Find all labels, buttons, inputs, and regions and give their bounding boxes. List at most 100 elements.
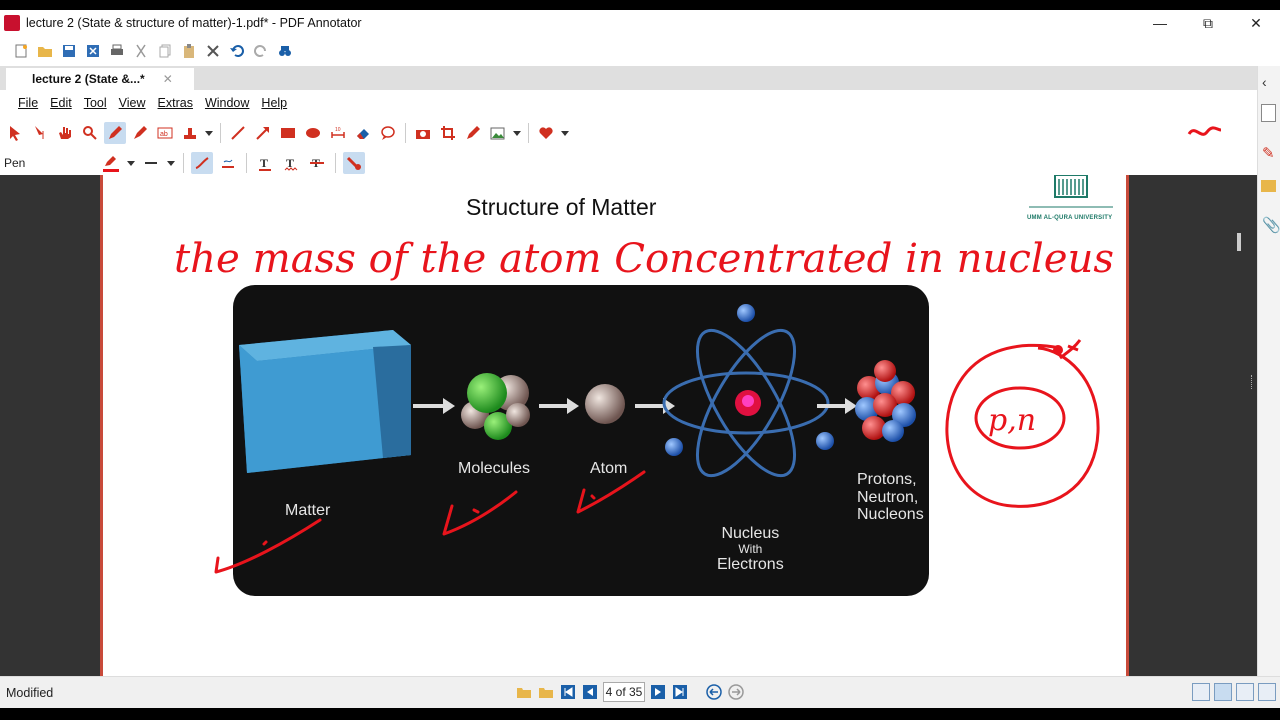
window-title: lecture 2 (State & structure of matter)-… xyxy=(26,16,362,30)
page-number-field[interactable]: 4 of 35 xyxy=(603,682,645,702)
single-page-view-icon[interactable] xyxy=(1192,683,1210,701)
pen-preview-panel xyxy=(1162,90,1248,174)
minimize-button[interactable]: — xyxy=(1136,10,1184,36)
ellipse-tool-icon[interactable] xyxy=(302,122,324,144)
toolbar-divider xyxy=(528,123,529,143)
chevron-down-icon[interactable] xyxy=(126,152,136,174)
matter-structure-diagram: Matter Molecules Atom Nucleus With Elect… xyxy=(233,285,929,596)
menu-file[interactable]: File xyxy=(18,96,38,110)
save-icon[interactable] xyxy=(58,40,79,62)
tab-close-icon[interactable]: ✕ xyxy=(163,72,173,86)
pressure-pen-icon[interactable] xyxy=(343,152,365,174)
select-arrow-icon[interactable] xyxy=(4,122,26,144)
last-page-icon[interactable] xyxy=(671,683,689,701)
next-document-icon[interactable] xyxy=(537,683,555,701)
text-underline-icon[interactable]: T xyxy=(254,152,276,174)
label-nucleus: Nucleus With Electrons xyxy=(717,525,784,573)
hand-tool-icon[interactable] xyxy=(54,122,76,144)
arrow-icon xyxy=(443,398,455,414)
title-bar: lecture 2 (State & structure of matter)-… xyxy=(0,10,1280,36)
line-tool-icon[interactable] xyxy=(227,122,249,144)
arrow-icon xyxy=(567,398,579,414)
select-text-icon[interactable] xyxy=(29,122,51,144)
new-document-icon[interactable] xyxy=(10,40,31,62)
tab-document[interactable]: lecture 2 (State &...* ✕ xyxy=(6,68,194,90)
toolbar-divider xyxy=(246,153,247,173)
cut-icon[interactable] xyxy=(130,40,151,62)
page-thumbnail-icon[interactable] xyxy=(1261,104,1276,122)
menu-edit[interactable]: Edit xyxy=(50,96,72,110)
attachment-icon[interactable]: 📎 xyxy=(1262,216,1280,234)
save-all-icon[interactable] xyxy=(82,40,103,62)
menu-help[interactable]: Help xyxy=(261,96,287,110)
tool-options-bar: Pen T T T xyxy=(0,150,1162,176)
arrow-icon xyxy=(845,398,857,414)
redo-icon[interactable] xyxy=(250,40,271,62)
facing-pages-view-icon[interactable] xyxy=(1236,683,1254,701)
scroll-thumb[interactable] xyxy=(1237,233,1241,251)
page-title: Structure of Matter xyxy=(466,194,657,220)
label-matter: Matter xyxy=(285,502,331,519)
pen-tool-icon[interactable] xyxy=(104,122,126,144)
eraser-icon[interactable] xyxy=(352,122,374,144)
tab-label: lecture 2 (State &...* xyxy=(32,72,145,86)
book-view-icon[interactable] xyxy=(1258,683,1276,701)
label-nucleus-line3: Electrons xyxy=(717,555,784,573)
pen-color-icon[interactable] xyxy=(100,152,122,174)
freehand-smooth-icon[interactable] xyxy=(191,152,213,174)
delete-icon[interactable] xyxy=(202,40,223,62)
text-squiggly-icon[interactable]: T xyxy=(280,152,302,174)
camera-icon[interactable] xyxy=(412,122,434,144)
restore-button[interactable]: ⧉ xyxy=(1184,10,1232,36)
close-button[interactable]: ✕ xyxy=(1232,10,1280,36)
back-icon[interactable] xyxy=(705,683,723,701)
rectangle-tool-icon[interactable] xyxy=(277,122,299,144)
next-page-icon[interactable] xyxy=(649,683,667,701)
previous-document-icon[interactable] xyxy=(515,683,533,701)
toolbar-divider xyxy=(405,123,406,143)
pen-panel-icon[interactable]: ✎ xyxy=(1262,144,1275,162)
chevron-down-icon[interactable] xyxy=(560,122,570,144)
first-page-icon[interactable] xyxy=(559,683,577,701)
arrow-tool-icon[interactable] xyxy=(252,122,274,144)
open-folder-icon[interactable] xyxy=(34,40,55,62)
comment-icon[interactable] xyxy=(377,122,399,144)
freehand-straighten-icon[interactable] xyxy=(217,152,239,174)
label-atom: Atom xyxy=(590,460,628,477)
label-molecules: Molecules xyxy=(458,460,531,477)
undo-icon[interactable] xyxy=(226,40,247,62)
folder-panel-icon[interactable] xyxy=(1261,180,1276,192)
previous-page-icon[interactable] xyxy=(581,683,599,701)
chevron-down-icon[interactable] xyxy=(204,122,214,144)
edit-pencil-icon[interactable] xyxy=(462,122,484,144)
stamp-icon[interactable] xyxy=(179,122,201,144)
menu-bar: File Edit Tool View Extras Window Help xyxy=(0,90,1162,116)
splitter-grip[interactable] xyxy=(1251,375,1254,389)
measure-tool-icon[interactable]: 10 xyxy=(327,122,349,144)
forward-icon[interactable] xyxy=(727,683,745,701)
menu-window[interactable]: Window xyxy=(205,96,249,110)
insert-image-icon[interactable] xyxy=(487,122,509,144)
menu-extras[interactable]: Extras xyxy=(158,96,193,110)
print-icon[interactable] xyxy=(106,40,127,62)
text-box-icon[interactable]: ab xyxy=(154,122,176,144)
chevron-down-icon[interactable] xyxy=(166,152,176,174)
binoculars-icon[interactable] xyxy=(274,40,295,62)
highlighter-icon[interactable] xyxy=(129,122,151,144)
menu-tool[interactable]: Tool xyxy=(84,96,107,110)
text-strikeout-icon[interactable]: T xyxy=(306,152,328,174)
line-width-icon[interactable] xyxy=(140,152,162,174)
copy-icon[interactable] xyxy=(154,40,175,62)
favorites-heart-icon[interactable] xyxy=(535,122,557,144)
collapse-chevron-icon[interactable]: ‹ xyxy=(1262,74,1267,90)
chevron-down-icon[interactable] xyxy=(512,122,522,144)
vertical-scrollbar[interactable] xyxy=(1229,175,1257,676)
crop-icon[interactable] xyxy=(437,122,459,144)
page-navigation: 4 of 35 xyxy=(515,682,745,702)
label-protons: Protons, xyxy=(857,471,917,488)
continuous-view-icon[interactable] xyxy=(1214,683,1232,701)
menu-view[interactable]: View xyxy=(119,96,146,110)
zoom-icon[interactable] xyxy=(79,122,101,144)
paste-icon[interactable] xyxy=(178,40,199,62)
cube-icon xyxy=(239,330,411,473)
